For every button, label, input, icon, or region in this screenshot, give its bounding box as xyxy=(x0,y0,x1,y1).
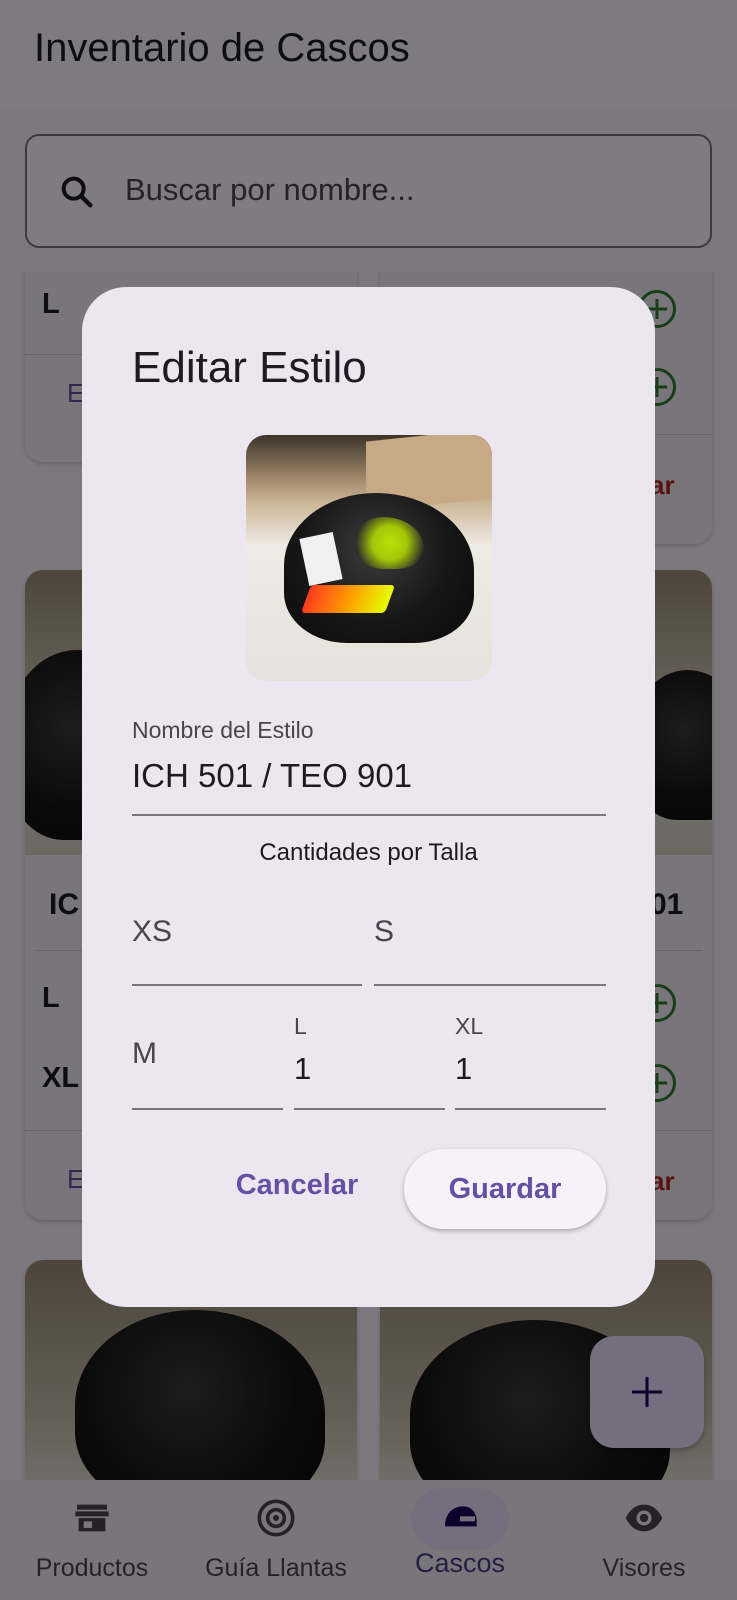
size-l-field[interactable]: 1 xyxy=(294,1051,311,1087)
name-field-label: Nombre del Estilo xyxy=(132,717,314,743)
size-m-underline xyxy=(132,1108,283,1110)
size-s-field[interactable]: S xyxy=(374,915,394,949)
size-m-field[interactable]: M xyxy=(132,1037,157,1071)
name-field[interactable]: ICH 501 / TEO 901 xyxy=(132,757,412,795)
size-xl-underline xyxy=(455,1108,606,1110)
save-button[interactable]: Guardar xyxy=(404,1149,606,1229)
size-xl-label: XL xyxy=(455,1013,484,1039)
size-xl-field[interactable]: 1 xyxy=(455,1051,472,1087)
cancel-button[interactable]: Cancelar xyxy=(232,1155,362,1215)
sizes-section-title: Cantidades por Talla xyxy=(259,839,478,866)
style-photo[interactable] xyxy=(246,435,492,681)
dialog-title: Editar Estilo xyxy=(132,343,367,392)
size-l-underline xyxy=(294,1108,445,1110)
size-l-label: L xyxy=(294,1013,307,1039)
size-xs-underline xyxy=(132,984,362,986)
logo-image-part xyxy=(300,585,396,613)
name-field-underline xyxy=(132,814,606,816)
size-s-underline xyxy=(374,984,606,986)
size-xs-field[interactable]: XS xyxy=(132,915,172,949)
edit-style-dialog: Editar Estilo Nombre del Estilo ICH 501 … xyxy=(82,287,655,1307)
